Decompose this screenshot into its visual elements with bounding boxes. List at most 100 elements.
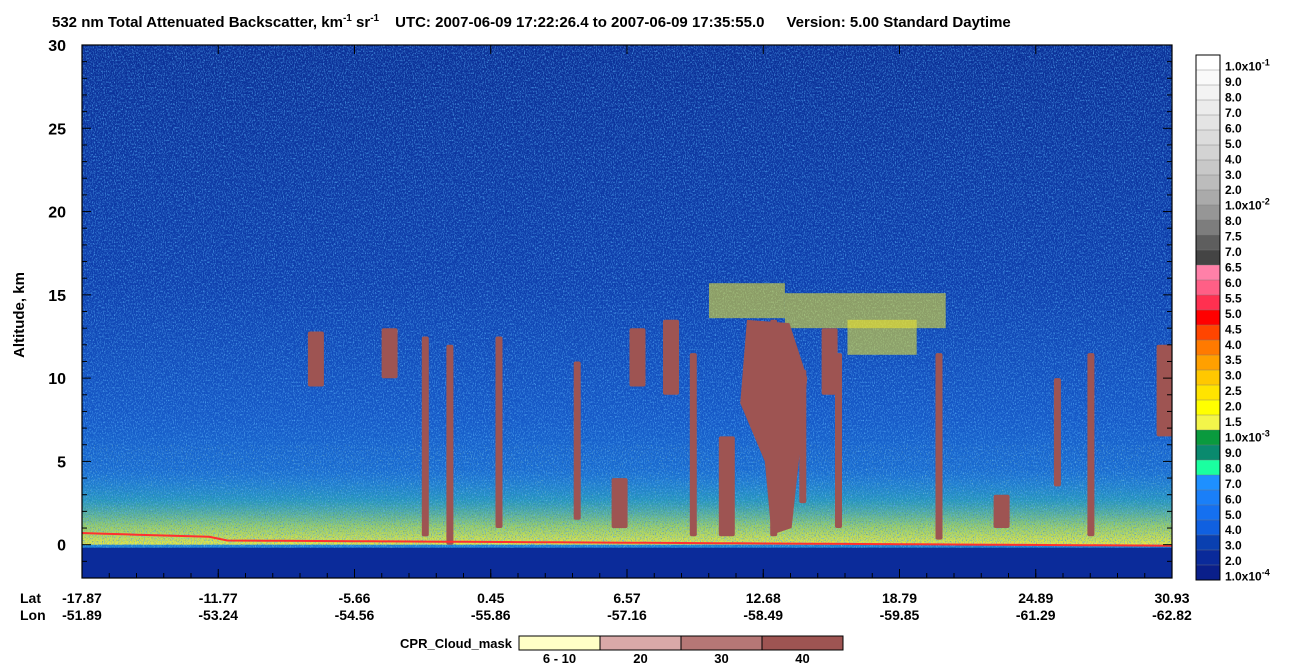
cloud-mask-label: 6 - 10: [543, 651, 576, 666]
colorbar-label: 2.0: [1225, 554, 1242, 568]
colorbar-label: 7.5: [1225, 230, 1242, 244]
colorbar-label: 4.0: [1225, 152, 1242, 166]
colorbar-label: 5.0: [1225, 137, 1242, 151]
colorbar-label: 9.0: [1225, 75, 1242, 89]
colorbar-swatch: [1195, 309, 1221, 326]
colorbar-swatch: [1195, 399, 1221, 416]
colorbar-swatch: [1195, 189, 1221, 206]
colorbar-label: 2.0: [1225, 183, 1242, 197]
x-tick-label-lat: 24.89: [1018, 590, 1053, 606]
cloud-mask-label: 40: [795, 651, 809, 666]
colorbar-swatch: [1195, 444, 1221, 461]
colorbar-swatch: [1195, 54, 1221, 71]
colorbar-label: 1.0x10-2: [1225, 197, 1270, 213]
x-tick-label-lat: 6.57: [613, 590, 640, 606]
y-tick-label: 15: [48, 288, 66, 305]
colorbar-label: 6.0: [1225, 492, 1242, 506]
y-tick-label: 0: [57, 538, 66, 555]
colorbar-swatch: [1195, 279, 1221, 296]
colorbar-label: 2.0: [1225, 400, 1242, 414]
colorbar-label: 7.0: [1225, 477, 1242, 491]
cloud-mask-swatch: [518, 635, 601, 651]
colorbar-swatch: [1195, 294, 1221, 311]
cpr-cloud-region: [1053, 378, 1061, 487]
cloud-mask-swatch: [599, 635, 682, 651]
colorbar-swatch: [1195, 174, 1221, 191]
cpr-cloud-region: [446, 344, 454, 545]
colorbar-label: 4.5: [1225, 322, 1242, 336]
y-tick-label: 20: [48, 205, 66, 222]
x-tick-label-lat: 18.79: [882, 590, 917, 606]
x-tick-label-lat: 30.93: [1154, 590, 1189, 606]
colorbar-swatch: [1195, 564, 1221, 581]
colorbar-label: 8.0: [1225, 214, 1242, 228]
colorbar-label: 4.0: [1225, 338, 1242, 352]
colorbar-swatch: [1195, 549, 1221, 566]
colorbar-label: 1.0x10-4: [1225, 568, 1270, 584]
colorbar-swatch: [1195, 384, 1221, 401]
colorbar-swatch: [1195, 234, 1221, 251]
colorbar-label: 8.0: [1225, 91, 1242, 105]
cloud-mask-legend: CPR_Cloud_mask 6 - 10 20 30 40: [400, 635, 844, 666]
colorbar-swatch: [1195, 114, 1221, 131]
colorbar-swatch: [1195, 504, 1221, 521]
cpr-cloud-region: [1156, 344, 1172, 437]
colorbar-label: 1.0x10-1: [1225, 58, 1270, 74]
colorbar-swatch: [1195, 264, 1221, 281]
colorbar: 1.0x10-19.08.07.06.05.04.03.02.01.0x10-2…: [1195, 54, 1270, 584]
colorbar-swatch: [1195, 534, 1221, 551]
x-tick-label-lon: -51.89: [62, 607, 102, 623]
cpr-cloud-region: [495, 336, 503, 528]
cirrus-patch: [708, 283, 785, 319]
colorbar-label: 3.0: [1225, 168, 1242, 182]
colorbar-swatch: [1195, 84, 1221, 101]
colorbar-swatch: [1195, 429, 1221, 446]
colorbar-swatch: [1195, 144, 1221, 161]
colorbar-label: 3.0: [1225, 539, 1242, 553]
colorbar-label: 9.0: [1225, 446, 1242, 460]
x-tick-label-lon: -55.86: [471, 607, 511, 623]
cpr-cloud-region: [993, 494, 1010, 528]
cloud-mask-legend-title: CPR_Cloud_mask: [400, 636, 513, 651]
colorbar-swatch: [1195, 459, 1221, 476]
colorbar-label: 5.5: [1225, 291, 1242, 305]
x-tick-label-lon: -62.82: [1152, 607, 1192, 623]
plot-area: 0 5 10 15 20 25 30 LatLon -17.87-51.89 -11.77-53…: [20, 38, 1192, 623]
x-tick-label-lon: -59.85: [880, 607, 920, 623]
x-tick-label-lat: 0.45: [477, 590, 504, 606]
lat-row-label: Lat: [20, 590, 41, 606]
cpr-cloud-region: [573, 361, 581, 520]
cpr-cloud-region: [381, 328, 398, 379]
colorbar-label: 6.0: [1225, 276, 1242, 290]
colorbar-label: 4.0: [1225, 523, 1242, 537]
colorbar-label: 3.5: [1225, 353, 1242, 367]
colorbar-swatch: [1195, 354, 1221, 371]
colorbar-swatch: [1195, 324, 1221, 341]
colorbar-swatch: [1195, 339, 1221, 356]
colorbar-swatch: [1195, 249, 1221, 266]
x-tick-label-lon: -61.29: [1016, 607, 1056, 623]
colorbar-swatch: [1195, 474, 1221, 491]
y-tick-label: 30: [48, 38, 66, 55]
colorbar-label: 7.0: [1225, 106, 1242, 120]
cpr-cloud-region: [307, 331, 324, 387]
colorbar-label: 3.0: [1225, 369, 1242, 383]
colorbar-label: 7.0: [1225, 245, 1242, 259]
y-tick-label: 25: [48, 121, 66, 138]
cpr-cloud-region: [935, 353, 943, 540]
cirrus-patch: [847, 319, 917, 355]
colorbar-swatch: [1195, 159, 1221, 176]
cloud-mask-swatch: [761, 635, 844, 651]
colorbar-label: 1.5: [1225, 415, 1242, 429]
colorbar-swatch: [1195, 99, 1221, 116]
x-tick-label-lat: 12.68: [746, 590, 781, 606]
cpr-cloud-region: [663, 319, 679, 395]
colorbar-label: 6.5: [1225, 261, 1242, 275]
x-tick-label-lon: -58.49: [743, 607, 783, 623]
y-tick-label: 10: [48, 371, 66, 388]
x-tick-label-lat: -17.87: [62, 590, 102, 606]
colorbar-swatch: [1195, 489, 1221, 506]
colorbar-swatch: [1195, 69, 1221, 86]
colorbar-label: 2.5: [1225, 384, 1242, 398]
colorbar-swatch: [1195, 129, 1221, 146]
